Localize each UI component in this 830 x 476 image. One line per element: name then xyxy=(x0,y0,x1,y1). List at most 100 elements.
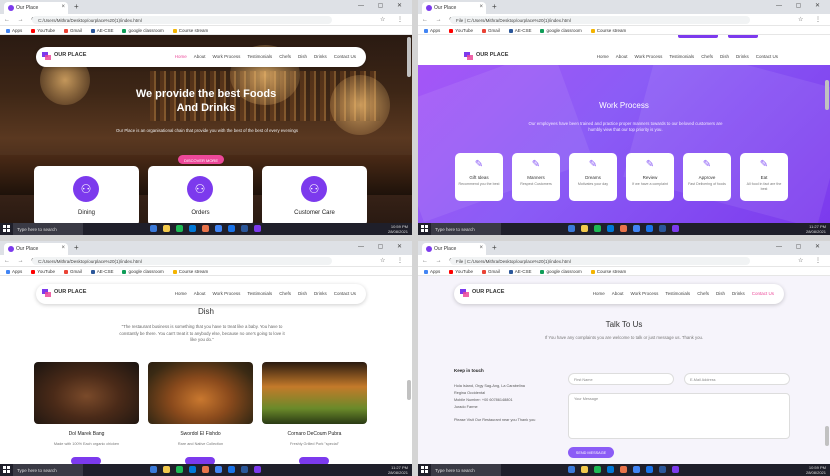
taskbar-app-icon[interactable] xyxy=(568,225,575,232)
service-card[interactable]: ⚇ Customer Care xyxy=(262,166,367,223)
window-controls[interactable]: — ▢ ✕ xyxy=(776,243,826,250)
taskbar-app-icon[interactable] xyxy=(189,225,196,232)
send-message-button[interactable]: SEND MESSAGE xyxy=(568,447,614,458)
taskbar-app-icon[interactable] xyxy=(672,225,679,232)
bookmark-item[interactable]: Apps xyxy=(6,269,22,274)
address-icons[interactable]: ☆ ⋮ xyxy=(798,257,826,264)
nav-link-work-process[interactable]: Work Process xyxy=(634,54,662,59)
nav-link-chefs[interactable]: Chefs xyxy=(697,291,709,296)
taskbar-app-icon[interactable] xyxy=(215,225,222,232)
bookmark-item[interactable]: AE-CSE xyxy=(90,269,113,274)
nav-link-drinks[interactable]: Drinks xyxy=(736,54,749,59)
taskbar-app-icon[interactable] xyxy=(633,225,640,232)
window-controls[interactable]: — ▢ ✕ xyxy=(358,2,408,9)
taskbar-app-icon[interactable] xyxy=(620,466,627,473)
discover-more-button[interactable]: DISCOVER MORE xyxy=(178,155,224,164)
taskbar-app-icon[interactable] xyxy=(163,225,170,232)
bookmark-item[interactable]: AE-CSE xyxy=(90,28,113,33)
bookmark-item[interactable]: Course stream xyxy=(172,269,208,274)
taskbar-app-icon[interactable] xyxy=(202,225,209,232)
nav-link-dish[interactable]: Dish xyxy=(298,54,307,59)
nav-link-contact-us[interactable]: Contact Us xyxy=(334,54,356,59)
process-card[interactable]: ✎ Eat All food in fact are the best xyxy=(740,153,788,201)
scrollbar[interactable] xyxy=(825,80,829,110)
message-textarea[interactable]: Your Message xyxy=(568,393,790,439)
bookmark-item[interactable]: Gmail xyxy=(481,269,500,274)
taskbar-app-icon[interactable] xyxy=(633,466,640,473)
windows-start-icon[interactable] xyxy=(421,466,428,473)
url-field[interactable]: C:/Users/Mithra/Desktop/ourplace%20(1)/i… xyxy=(32,257,332,265)
nav-link-contact-us[interactable]: Contact Us xyxy=(334,291,356,296)
taskbar-app-icon[interactable] xyxy=(228,225,235,232)
taskbar-app-icon[interactable] xyxy=(581,225,588,232)
nav-link-about[interactable]: About xyxy=(194,291,206,296)
nav-link-contact-us[interactable]: Contact Us xyxy=(752,291,774,296)
nav-link-contact-us[interactable]: Contact Us xyxy=(756,54,778,59)
browser-tab[interactable]: Our Place × xyxy=(422,243,486,255)
nav-link-about[interactable]: About xyxy=(616,54,628,59)
process-card[interactable]: ✎ Manners Respect Customers xyxy=(512,153,560,201)
taskbar-app-icon[interactable] xyxy=(568,466,575,473)
dish-order-button[interactable] xyxy=(71,457,101,464)
new-tab-button[interactable]: + xyxy=(74,243,79,253)
taskbar-app-icon[interactable] xyxy=(594,225,601,232)
new-tab-button[interactable]: + xyxy=(492,2,497,12)
taskbar-app-icon[interactable] xyxy=(150,466,157,473)
nav-link-drinks[interactable]: Drinks xyxy=(732,291,745,296)
service-card[interactable]: ⚇ Dining xyxy=(34,166,139,223)
taskbar-search[interactable]: Type here to search xyxy=(13,464,83,476)
site-logo[interactable]: OUR PLACE xyxy=(42,52,86,60)
bookmark-item[interactable]: google classroom xyxy=(122,28,164,33)
bookmark-item[interactable]: YouTube xyxy=(31,269,55,274)
taskbar-app-icon[interactable] xyxy=(646,225,653,232)
nav-link-drinks[interactable]: Drinks xyxy=(314,54,327,59)
process-card[interactable]: ✎ Gift Ideas Recommend you the best xyxy=(455,153,503,201)
taskbar-search[interactable]: Type here to search xyxy=(431,223,501,235)
first-name-input[interactable]: First Name xyxy=(568,373,674,385)
address-icons[interactable]: ☆ ⋮ xyxy=(798,16,826,23)
bookmark-item[interactable]: YouTube xyxy=(31,28,55,33)
bookmark-item[interactable]: Gmail xyxy=(63,269,82,274)
nav-link-home[interactable]: Home xyxy=(175,54,187,59)
nav-link-dish[interactable]: Dish xyxy=(716,291,725,296)
taskbar-app-icon[interactable] xyxy=(254,225,261,232)
nav-link-dish[interactable]: Dish xyxy=(298,291,307,296)
taskbar-app-icon[interactable] xyxy=(620,225,627,232)
nav-link-about[interactable]: About xyxy=(194,54,206,59)
window-controls[interactable]: — ▢ ✕ xyxy=(358,243,408,250)
scrollbar[interactable] xyxy=(407,37,411,77)
bookmark-item[interactable]: Course stream xyxy=(172,28,208,33)
nav-link-testimonials[interactable]: Testimonials xyxy=(247,291,272,296)
nav-link-dish[interactable]: Dish xyxy=(720,54,729,59)
browser-tab[interactable]: Our Place × xyxy=(422,2,486,14)
nav-link-chefs[interactable]: Chefs xyxy=(279,291,291,296)
taskbar-app-icon[interactable] xyxy=(150,225,157,232)
close-tab-icon[interactable]: × xyxy=(61,4,65,10)
nav-link-chefs[interactable]: Chefs xyxy=(701,54,713,59)
nav-link-about[interactable]: About xyxy=(612,291,624,296)
address-icons[interactable]: ☆ ⋮ xyxy=(380,257,408,264)
bookmark-item[interactable]: google classroom xyxy=(122,269,164,274)
taskbar-app-icon[interactable] xyxy=(607,225,614,232)
browser-tab[interactable]: Our Place × xyxy=(4,243,68,255)
taskbar-app-icon[interactable] xyxy=(646,466,653,473)
taskbar-app-icon[interactable] xyxy=(241,466,248,473)
nav-link-testimonials[interactable]: Testimonials xyxy=(247,54,272,59)
email-input[interactable]: E-Mail Address xyxy=(684,373,790,385)
taskbar-app-icon[interactable] xyxy=(215,466,222,473)
taskbar-app-icon[interactable] xyxy=(176,466,183,473)
taskbar-app-icon[interactable] xyxy=(176,225,183,232)
nav-link-testimonials[interactable]: Testimonials xyxy=(665,291,690,296)
close-tab-icon[interactable]: × xyxy=(61,245,65,251)
taskbar-app-icon[interactable] xyxy=(189,466,196,473)
service-card[interactable]: ⚇ Orders xyxy=(148,166,253,223)
bookmark-item[interactable]: YouTube xyxy=(449,269,473,274)
bookmark-item[interactable]: Course stream xyxy=(590,269,626,274)
bookmark-item[interactable]: Apps xyxy=(6,28,22,33)
taskbar-app-icon[interactable] xyxy=(581,466,588,473)
taskbar-app-icon[interactable] xyxy=(254,466,261,473)
nav-link-testimonials[interactable]: Testimonials xyxy=(669,54,694,59)
browser-tab[interactable]: Our Place × xyxy=(4,2,68,14)
taskbar-app-icon[interactable] xyxy=(202,466,209,473)
nav-link-work-process[interactable]: Work Process xyxy=(212,54,240,59)
